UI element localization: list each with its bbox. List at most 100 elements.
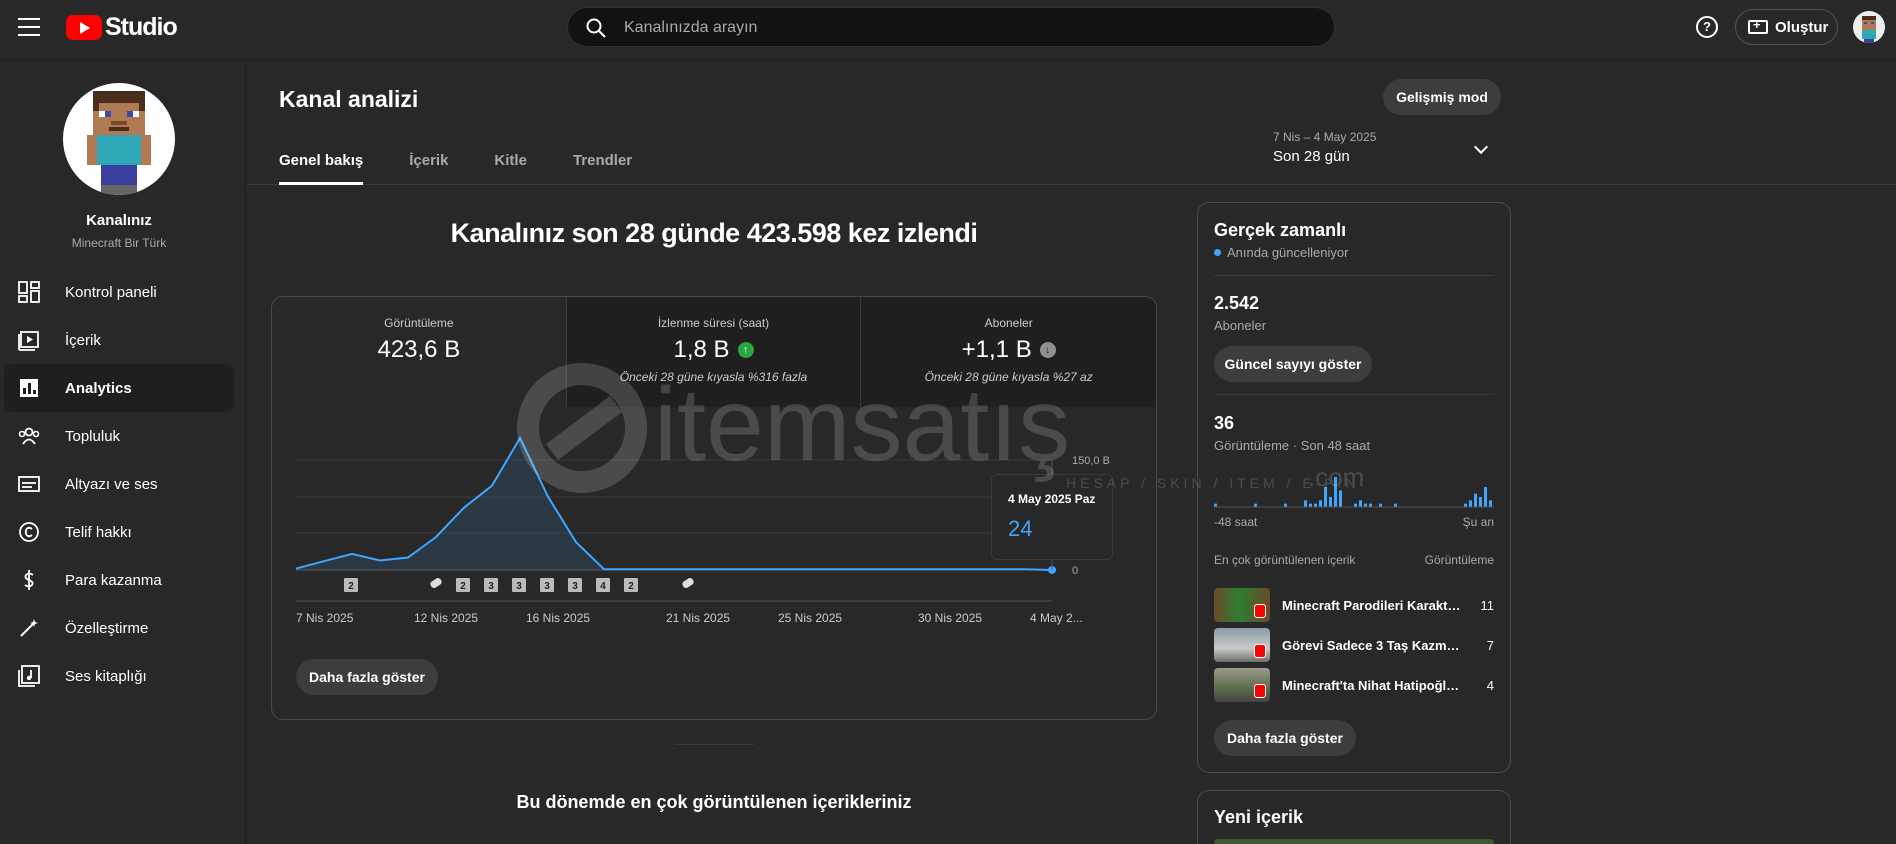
studio-logo[interactable]: Studio <box>66 13 178 42</box>
sidebar-item-dashboard[interactable]: Kontrol paneli <box>4 268 234 316</box>
search-input[interactable]: Kanalınızda arayın <box>624 19 757 37</box>
metric-comparison: Önceki 28 güne kıyasla %27 az <box>924 370 1093 384</box>
realtime-bar <box>1324 487 1327 507</box>
views-48h-label: Görüntüleme · Son 48 saat <box>1214 438 1371 453</box>
create-button[interactable]: Oluştur <box>1735 9 1838 45</box>
realtime-bar <box>1339 490 1342 507</box>
tab-trends[interactable]: Trendler <box>573 152 632 185</box>
sidebar-item-label: Kontrol paneli <box>65 283 157 301</box>
realtime-bar <box>1479 497 1482 507</box>
metric-label: Görüntüleme <box>384 316 454 330</box>
video-views: 4 <box>1486 677 1494 693</box>
tooltip-value: 24 <box>1008 516 1033 541</box>
sidebar-item-label: İçerik <box>65 331 101 349</box>
channel-name: Kanalınız <box>86 212 152 229</box>
account-avatar[interactable] <box>1853 11 1885 43</box>
advanced-mode-button[interactable]: Gelişmiş mod <box>1383 79 1501 115</box>
shorts-icon <box>1254 684 1266 698</box>
subscriber-count: 2.542 <box>1214 293 1260 313</box>
top-content-row[interactable]: Görevi Sadece 3 Taş Kazmak ile Yap 7 <box>1214 628 1494 662</box>
trend-up-icon: ↑ <box>737 342 754 358</box>
sidebar-item-content[interactable]: İçerik <box>4 316 234 364</box>
sidebar-item-label: Telif hakkı <box>65 523 132 541</box>
channel-avatar[interactable] <box>63 83 175 195</box>
tab-overview[interactable]: Genel bakış <box>279 152 364 185</box>
channel-subtitle: Minecraft Bir Türk <box>71 236 167 250</box>
show-more-button[interactable]: Daha fazla göster <box>296 659 438 695</box>
sidebar-item-label: Para kazanma <box>65 571 162 589</box>
sidebar-item-label: Altyazı ve ses <box>65 475 158 493</box>
trend-down-icon: ↓ <box>1039 342 1056 358</box>
steve-avatar-icon <box>87 91 151 195</box>
axis-right-label: Şu an <box>1462 515 1494 529</box>
section-divider <box>674 744 754 745</box>
realtime-show-more-button[interactable]: Daha fazla göster <box>1214 720 1356 756</box>
realtime-bar <box>1469 500 1472 507</box>
realtime-bar <box>1319 500 1322 507</box>
top-content-row[interactable]: Minecraft'ta Nihat Hatipoğlu ve Bekçi 4 <box>1214 668 1494 702</box>
video-views: 11 <box>1480 597 1495 613</box>
date-range-picker[interactable]: 7 Nis – 4 May 2025 Son 28 gün <box>1273 130 1498 165</box>
video-thumbnail <box>1214 668 1270 702</box>
views-48h-count: 36 <box>1214 413 1235 433</box>
metric-views[interactable]: Görüntüleme 423,6 B <box>272 297 567 407</box>
new-content-card: Yeni içerik <box>1197 790 1511 844</box>
sidebar-item-monetization[interactable]: Para kazanma <box>4 556 234 604</box>
realtime-bar <box>1334 477 1337 507</box>
community-icon <box>18 427 40 445</box>
realtime-bar <box>1329 497 1332 507</box>
subscriber-label: Aboneler <box>1214 318 1267 333</box>
realtime-title: Gerçek zamanlı <box>1214 220 1347 240</box>
create-video-icon <box>1748 17 1768 34</box>
tab-content[interactable]: İçerik <box>409 152 448 185</box>
sidebar-item-customization[interactable]: Özelleştirme <box>4 604 234 652</box>
sidebar-item-label: Özelleştirme <box>65 619 149 637</box>
realtime-bar <box>1359 500 1362 507</box>
realtime-card: Gerçek zamanlı Anında güncelleniyor 2.54… <box>1197 202 1511 773</box>
top-content-header-right: Görüntüleme <box>1424 553 1494 567</box>
create-label: Oluştur <box>1775 18 1829 36</box>
sidebar-item-copyright[interactable]: Telif hakkı <box>4 508 234 556</box>
analytics-tabs: Genel bakış İçerik Kitle Trendler <box>279 152 678 185</box>
metric-subscribers[interactable]: Aboneler +1,1 B ↓ Önceki 28 güne kıyasla … <box>861 297 1156 407</box>
metric-value: 423,6 B <box>377 336 461 363</box>
youtube-logo-icon <box>66 15 102 40</box>
new-content-thumbnail[interactable] <box>1214 839 1494 844</box>
search-bar[interactable]: Kanalınızda arayın <box>567 7 1335 47</box>
top-bar: Studio Kanalınızda arayın ? Oluştur <box>0 0 1896 60</box>
logo-text: Studio <box>105 13 178 41</box>
sidebar-item-analytics[interactable]: Analytics <box>4 364 234 412</box>
tab-audience[interactable]: Kitle <box>494 152 527 185</box>
sidebar-item-audio-library[interactable]: Ses kitaplığı <box>4 652 234 700</box>
top-content-row[interactable]: Minecraft Parodileri Karakterleri 11 <box>1214 588 1494 622</box>
customization-icon <box>20 619 38 637</box>
search-icon <box>586 18 606 38</box>
date-range-text: 7 Nis – 4 May 2025 <box>1273 130 1377 144</box>
realtime-bar <box>1474 493 1477 507</box>
shorts-icon <box>1254 644 1266 658</box>
video-thumbnail <box>1214 588 1270 622</box>
top-content-header: En çok görüntülenen içerik Görüntüleme <box>1214 553 1494 567</box>
subtitles-icon <box>18 476 40 492</box>
shorts-icon <box>1254 604 1266 618</box>
realtime-bar <box>1489 500 1492 507</box>
realtime-bar-chart <box>1214 477 1494 508</box>
video-title: Minecraft Parodileri Karakterleri <box>1282 597 1464 613</box>
video-views: 7 <box>1486 637 1494 653</box>
audio-library-icon <box>18 665 40 687</box>
views-headline: Kanalınız son 28 günde 423.598 kez izlen… <box>450 218 978 248</box>
top-content-header-left: En çok görüntülenen içerik <box>1214 553 1356 567</box>
video-title: Minecraft'ta Nihat Hatipoğlu ve Bekçi <box>1282 677 1464 693</box>
metric-tabs: Görüntüleme 423,6 B İzlenme süresi (saat… <box>272 297 1156 407</box>
show-live-count-button[interactable]: Güncel sayıyı göster <box>1214 346 1372 382</box>
metric-watch-time[interactable]: İzlenme süresi (saat) 1,8 B ↑ Önceki 28 g… <box>566 297 862 407</box>
monetization-icon <box>24 570 34 590</box>
sidebar-item-subtitles[interactable]: Altyazı ve ses <box>4 460 234 508</box>
help-icon[interactable]: ? <box>1696 16 1718 38</box>
axis-left-label: -48 saat <box>1214 515 1258 529</box>
menu-icon[interactable] <box>18 18 40 36</box>
video-thumbnail <box>1214 628 1270 662</box>
period-text: Son 28 gün <box>1273 148 1350 165</box>
sidebar-item-community[interactable]: Topluluk <box>4 412 234 460</box>
realtime-bar <box>1304 500 1307 507</box>
